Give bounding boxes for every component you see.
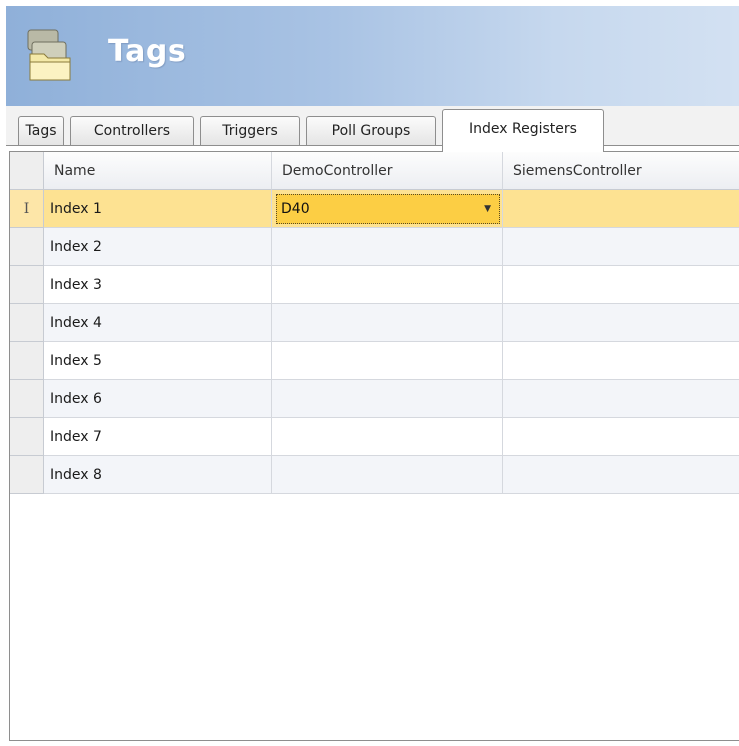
table-row[interactable]: Index 6 bbox=[10, 380, 739, 418]
row-selector[interactable] bbox=[10, 228, 44, 266]
tab-strip: Tags Controllers Triggers Poll Groups In… bbox=[6, 106, 739, 152]
row-selector[interactable] bbox=[10, 266, 44, 304]
grid-header-row: Name DemoController SiemensController bbox=[10, 152, 739, 190]
page-header: Tags bbox=[6, 6, 739, 106]
tab-poll-groups[interactable]: Poll Groups bbox=[306, 116, 436, 146]
name-cell[interactable]: Index 1 bbox=[44, 190, 272, 228]
table-row[interactable]: Index 7 bbox=[10, 418, 739, 456]
row-selector[interactable] bbox=[10, 456, 44, 494]
column-header-name[interactable]: Name bbox=[44, 152, 272, 190]
siemenscontroller-cell[interactable] bbox=[503, 228, 739, 266]
democontroller-cell[interactable] bbox=[272, 304, 503, 342]
editor-value: D40 bbox=[281, 201, 310, 217]
democontroller-cell[interactable] bbox=[272, 266, 503, 304]
siemenscontroller-cell[interactable] bbox=[503, 190, 739, 228]
index-registers-grid[interactable]: Name DemoController SiemensController I … bbox=[9, 151, 739, 741]
name-cell[interactable]: Index 7 bbox=[44, 418, 272, 456]
tab-strip-divider bbox=[6, 145, 739, 146]
row-selector[interactable] bbox=[10, 418, 44, 456]
name-cell[interactable]: Index 6 bbox=[44, 380, 272, 418]
siemenscontroller-cell[interactable] bbox=[503, 380, 739, 418]
name-cell[interactable]: Index 2 bbox=[44, 228, 272, 266]
dropdown-arrow-icon[interactable]: ▼ bbox=[484, 195, 491, 223]
row-selector-editing[interactable]: I bbox=[10, 190, 44, 228]
siemenscontroller-cell[interactable] bbox=[503, 266, 739, 304]
democontroller-cell[interactable] bbox=[272, 342, 503, 380]
siemenscontroller-cell[interactable] bbox=[503, 342, 739, 380]
table-row[interactable]: Index 3 bbox=[10, 266, 739, 304]
siemenscontroller-cell[interactable] bbox=[503, 456, 739, 494]
row-selector[interactable] bbox=[10, 342, 44, 380]
page-title: Tags bbox=[108, 34, 187, 69]
tab-index-registers[interactable]: Index Registers bbox=[442, 109, 604, 152]
table-row[interactable]: Index 8 bbox=[10, 456, 739, 494]
name-cell[interactable]: Index 8 bbox=[44, 456, 272, 494]
row-selector[interactable] bbox=[10, 304, 44, 342]
tags-folder-icon bbox=[27, 29, 71, 81]
democontroller-cell[interactable] bbox=[272, 228, 503, 266]
table-row[interactable]: I Index 1 D40 ▼ bbox=[10, 190, 739, 228]
table-row[interactable]: Index 5 bbox=[10, 342, 739, 380]
democontroller-cell[interactable] bbox=[272, 456, 503, 494]
tab-triggers[interactable]: Triggers bbox=[200, 116, 300, 146]
name-cell[interactable]: Index 4 bbox=[44, 304, 272, 342]
column-header-siemenscontroller[interactable]: SiemensController bbox=[503, 152, 739, 190]
grid-corner-cell[interactable] bbox=[10, 152, 44, 190]
democontroller-dropdown-editor[interactable]: D40 ▼ bbox=[276, 194, 500, 224]
table-row[interactable]: Index 4 bbox=[10, 304, 739, 342]
column-header-democontroller[interactable]: DemoController bbox=[272, 152, 503, 190]
siemenscontroller-cell[interactable] bbox=[503, 418, 739, 456]
tab-controllers[interactable]: Controllers bbox=[70, 116, 194, 146]
name-cell[interactable]: Index 3 bbox=[44, 266, 272, 304]
democontroller-cell[interactable] bbox=[272, 418, 503, 456]
siemenscontroller-cell[interactable] bbox=[503, 304, 739, 342]
democontroller-cell[interactable] bbox=[272, 380, 503, 418]
table-row[interactable]: Index 2 bbox=[10, 228, 739, 266]
name-cell[interactable]: Index 5 bbox=[44, 342, 272, 380]
row-selector[interactable] bbox=[10, 380, 44, 418]
tab-tags[interactable]: Tags bbox=[18, 116, 64, 146]
